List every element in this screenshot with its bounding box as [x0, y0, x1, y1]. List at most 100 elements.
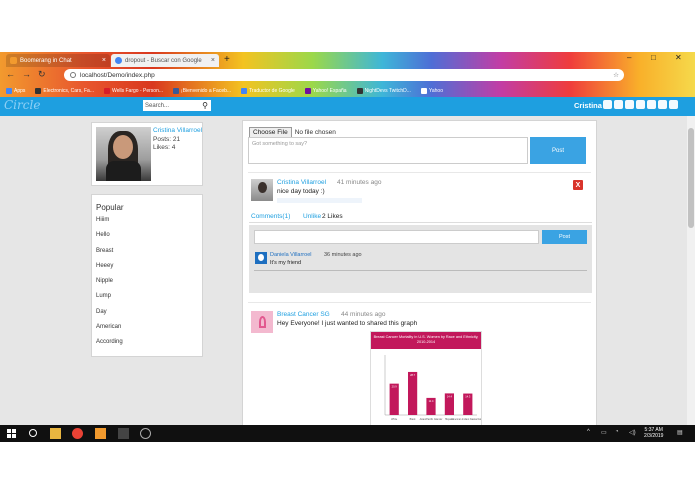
search-input[interactable]: Search...: [145, 103, 169, 109]
avatar[interactable]: [255, 252, 267, 264]
bookmark-apps[interactable]: Apps: [6, 87, 25, 94]
gear-icon[interactable]: [658, 100, 667, 109]
close-tab-icon[interactable]: ×: [102, 57, 106, 64]
popular-item[interactable]: Heeey: [96, 263, 123, 278]
close-tab-icon[interactable]: ×: [211, 57, 215, 64]
bookmark-facebook[interactable]: ¡Bienvenido a Faceb...: [173, 87, 231, 94]
popular-title: Popular: [96, 203, 124, 212]
windows-start-icon[interactable]: [6, 428, 17, 439]
network-icon[interactable]: ▭: [601, 429, 607, 436]
comment-input[interactable]: [254, 230, 539, 244]
taskbar-clock[interactable]: 5:37 AM 2/3/2019: [644, 427, 663, 439]
bookmark-star-icon[interactable]: ☆: [613, 71, 619, 79]
reload-icon[interactable]: ↻: [38, 69, 46, 80]
chart-category-label: White: [391, 418, 398, 421]
top-margin: [0, 0, 695, 52]
avatar[interactable]: [96, 127, 151, 181]
file-status: No file chosen: [294, 129, 336, 136]
unlike-link[interactable]: Unlike: [303, 213, 321, 220]
home-icon[interactable]: [614, 100, 623, 109]
popular-item[interactable]: Nipple: [96, 278, 123, 293]
popular-list: Hiiim Hello Breast Heeey Nipple Lump Day…: [96, 217, 123, 355]
new-tab-button[interactable]: +: [224, 54, 230, 65]
bookmark-ebay[interactable]: Electronics, Cars, Fa...: [35, 87, 94, 94]
tab-title: Boomerang in Chat: [20, 57, 72, 64]
google-favicon-icon: [115, 57, 122, 64]
avatar[interactable]: [251, 179, 273, 201]
bookmark-nightdevs[interactable]: NightDevs TwitchD...: [356, 87, 411, 94]
bookmark-label: Yahoo: [428, 87, 443, 94]
close-window-button[interactable]: ✕: [675, 53, 682, 62]
status-textarea[interactable]: Got something to say?: [248, 137, 528, 164]
ebay-icon: [35, 87, 42, 94]
maximize-button[interactable]: □: [651, 53, 656, 62]
address-bar[interactable]: localhost/Demo/index.php ☆: [64, 69, 624, 81]
yahoo-icon: [304, 87, 311, 94]
wifi-icon[interactable]: ◔: [615, 429, 619, 435]
minimize-button[interactable]: –: [627, 53, 631, 62]
bookmark-wells-fargo[interactable]: Wells Fargo - Person...: [103, 87, 163, 94]
notifications-icon[interactable]: ▤: [677, 429, 683, 436]
search-icon[interactable]: [28, 428, 39, 439]
back-icon[interactable]: ←: [6, 69, 15, 79]
app-logo[interactable]: Circle: [4, 98, 40, 112]
popular-item[interactable]: Hello: [96, 232, 123, 247]
bell-icon[interactable]: [636, 100, 645, 109]
camera-icon[interactable]: [603, 100, 612, 109]
comments-tab[interactable]: Comments(1): [251, 213, 290, 220]
shared-chart-image[interactable]: Breast Cancer Mortality in U.S. Women by…: [370, 331, 485, 425]
post-author[interactable]: Breast Cancer SG: [277, 311, 330, 318]
post-button[interactable]: Post: [530, 137, 586, 164]
chrome-icon[interactable]: [72, 428, 83, 439]
profile-posts: Posts: 21: [153, 136, 181, 143]
tab-boomerang[interactable]: Boomerang in Chat ×: [6, 54, 110, 67]
comment-section: Post Daniela Villarroel 36 minutes ago I…: [249, 225, 592, 293]
comment-post-button[interactable]: Post: [542, 230, 587, 244]
bookmark-label: Yahoo! España: [312, 87, 347, 94]
bookmark-yahoo[interactable]: Yahoo: [420, 87, 443, 94]
popular-item[interactable]: Lump: [96, 293, 123, 308]
popular-item[interactable]: American: [96, 324, 123, 339]
news-feed: Choose File No file chosen Got something…: [242, 120, 597, 425]
popular-item[interactable]: Day: [96, 309, 123, 324]
chevron-up-icon[interactable]: ^: [587, 429, 590, 435]
divider: [249, 222, 592, 223]
bookmark-translate[interactable]: Traductor de Google: [241, 87, 295, 94]
popular-item[interactable]: Hiiim: [96, 217, 123, 232]
search-box[interactable]: Search... ⚲: [143, 100, 211, 111]
bookmark-yahoo-es[interactable]: Yahoo! España: [304, 87, 347, 94]
avatar[interactable]: [251, 311, 273, 333]
profile-name[interactable]: Cristina Villarroel: [153, 127, 202, 134]
forward-icon[interactable]: →: [22, 69, 31, 79]
popular-item[interactable]: According: [96, 339, 123, 354]
terminal-icon[interactable]: [118, 428, 129, 439]
apps-grid-icon: [6, 87, 12, 94]
divider: [248, 172, 591, 173]
volume-icon[interactable]: ◁): [629, 429, 636, 436]
clock-date: 2/3/2019: [644, 433, 664, 439]
comment-author[interactable]: Daniela Villarroel: [270, 252, 311, 258]
tab-google-search[interactable]: dropout - Buscar con Google ×: [111, 54, 219, 67]
logout-icon[interactable]: [669, 100, 678, 109]
nav-username[interactable]: Cristina: [574, 101, 602, 110]
mail-icon[interactable]: [625, 100, 634, 109]
scrollbar-thumb[interactable]: [688, 128, 694, 228]
popular-item[interactable]: Breast: [96, 248, 123, 263]
search-icon[interactable]: ⚲: [202, 101, 208, 110]
site-info-icon[interactable]: [70, 72, 76, 78]
settings-icon[interactable]: [140, 428, 151, 439]
boomerang-icon[interactable]: [95, 428, 106, 439]
url-text: localhost/Demo/index.php: [80, 71, 155, 79]
delete-post-button[interactable]: X: [573, 180, 583, 190]
bookmark-label: NightDevs TwitchD...: [364, 87, 411, 94]
post-author[interactable]: Cristina Villarroel: [277, 179, 326, 186]
friends-icon[interactable]: [647, 100, 656, 109]
scrollbar[interactable]: [687, 116, 695, 425]
nav-icons: [603, 100, 678, 109]
post-time: 44 minutes ago: [341, 311, 386, 318]
chart-value-label: 14.4: [447, 394, 453, 398]
comment-time: 36 minutes ago: [324, 252, 362, 258]
yahoo-icon: [420, 87, 427, 94]
file-explorer-icon[interactable]: [50, 428, 61, 439]
chart-category-label: Black: [410, 418, 417, 421]
